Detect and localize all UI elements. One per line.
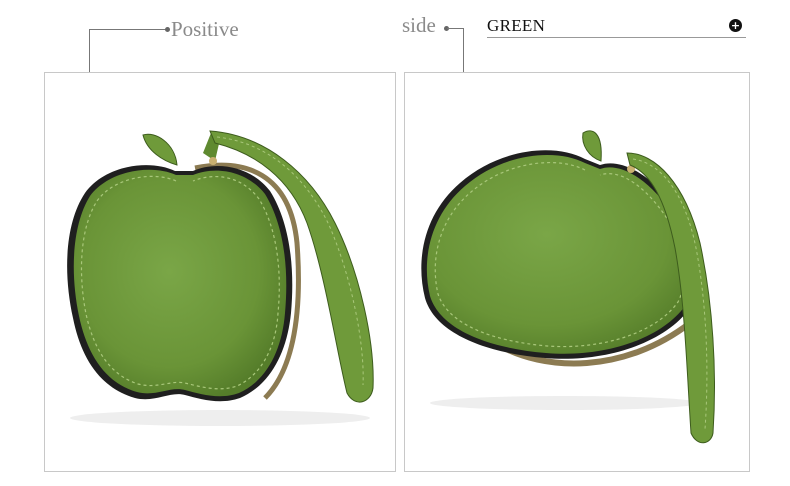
- zipper-ring: [209, 157, 217, 165]
- purse-body: [73, 169, 287, 397]
- color-option-underline: [487, 37, 746, 38]
- positive-connector-dot: [165, 27, 170, 32]
- apple-purse-front-illustration: [67, 130, 374, 426]
- positive-connector-horizontal: [89, 29, 167, 30]
- product-photo-side: [404, 72, 750, 472]
- leaf: [582, 130, 602, 162]
- plus-circle-icon[interactable]: +: [729, 19, 742, 32]
- view-label-positive: Positive: [171, 17, 239, 41]
- leaf: [142, 133, 178, 166]
- side-connector-horizontal: [447, 28, 463, 29]
- apple-purse-side-illustration: [421, 130, 715, 444]
- side-connector-vertical: [463, 28, 464, 72]
- color-option-label[interactable]: GREEN: [487, 16, 545, 36]
- view-label-side: side: [402, 13, 436, 37]
- product-photo-front: [44, 72, 396, 472]
- purse-shadow: [430, 396, 700, 410]
- positive-connector-vertical: [89, 29, 90, 72]
- purse-shadow: [70, 410, 370, 426]
